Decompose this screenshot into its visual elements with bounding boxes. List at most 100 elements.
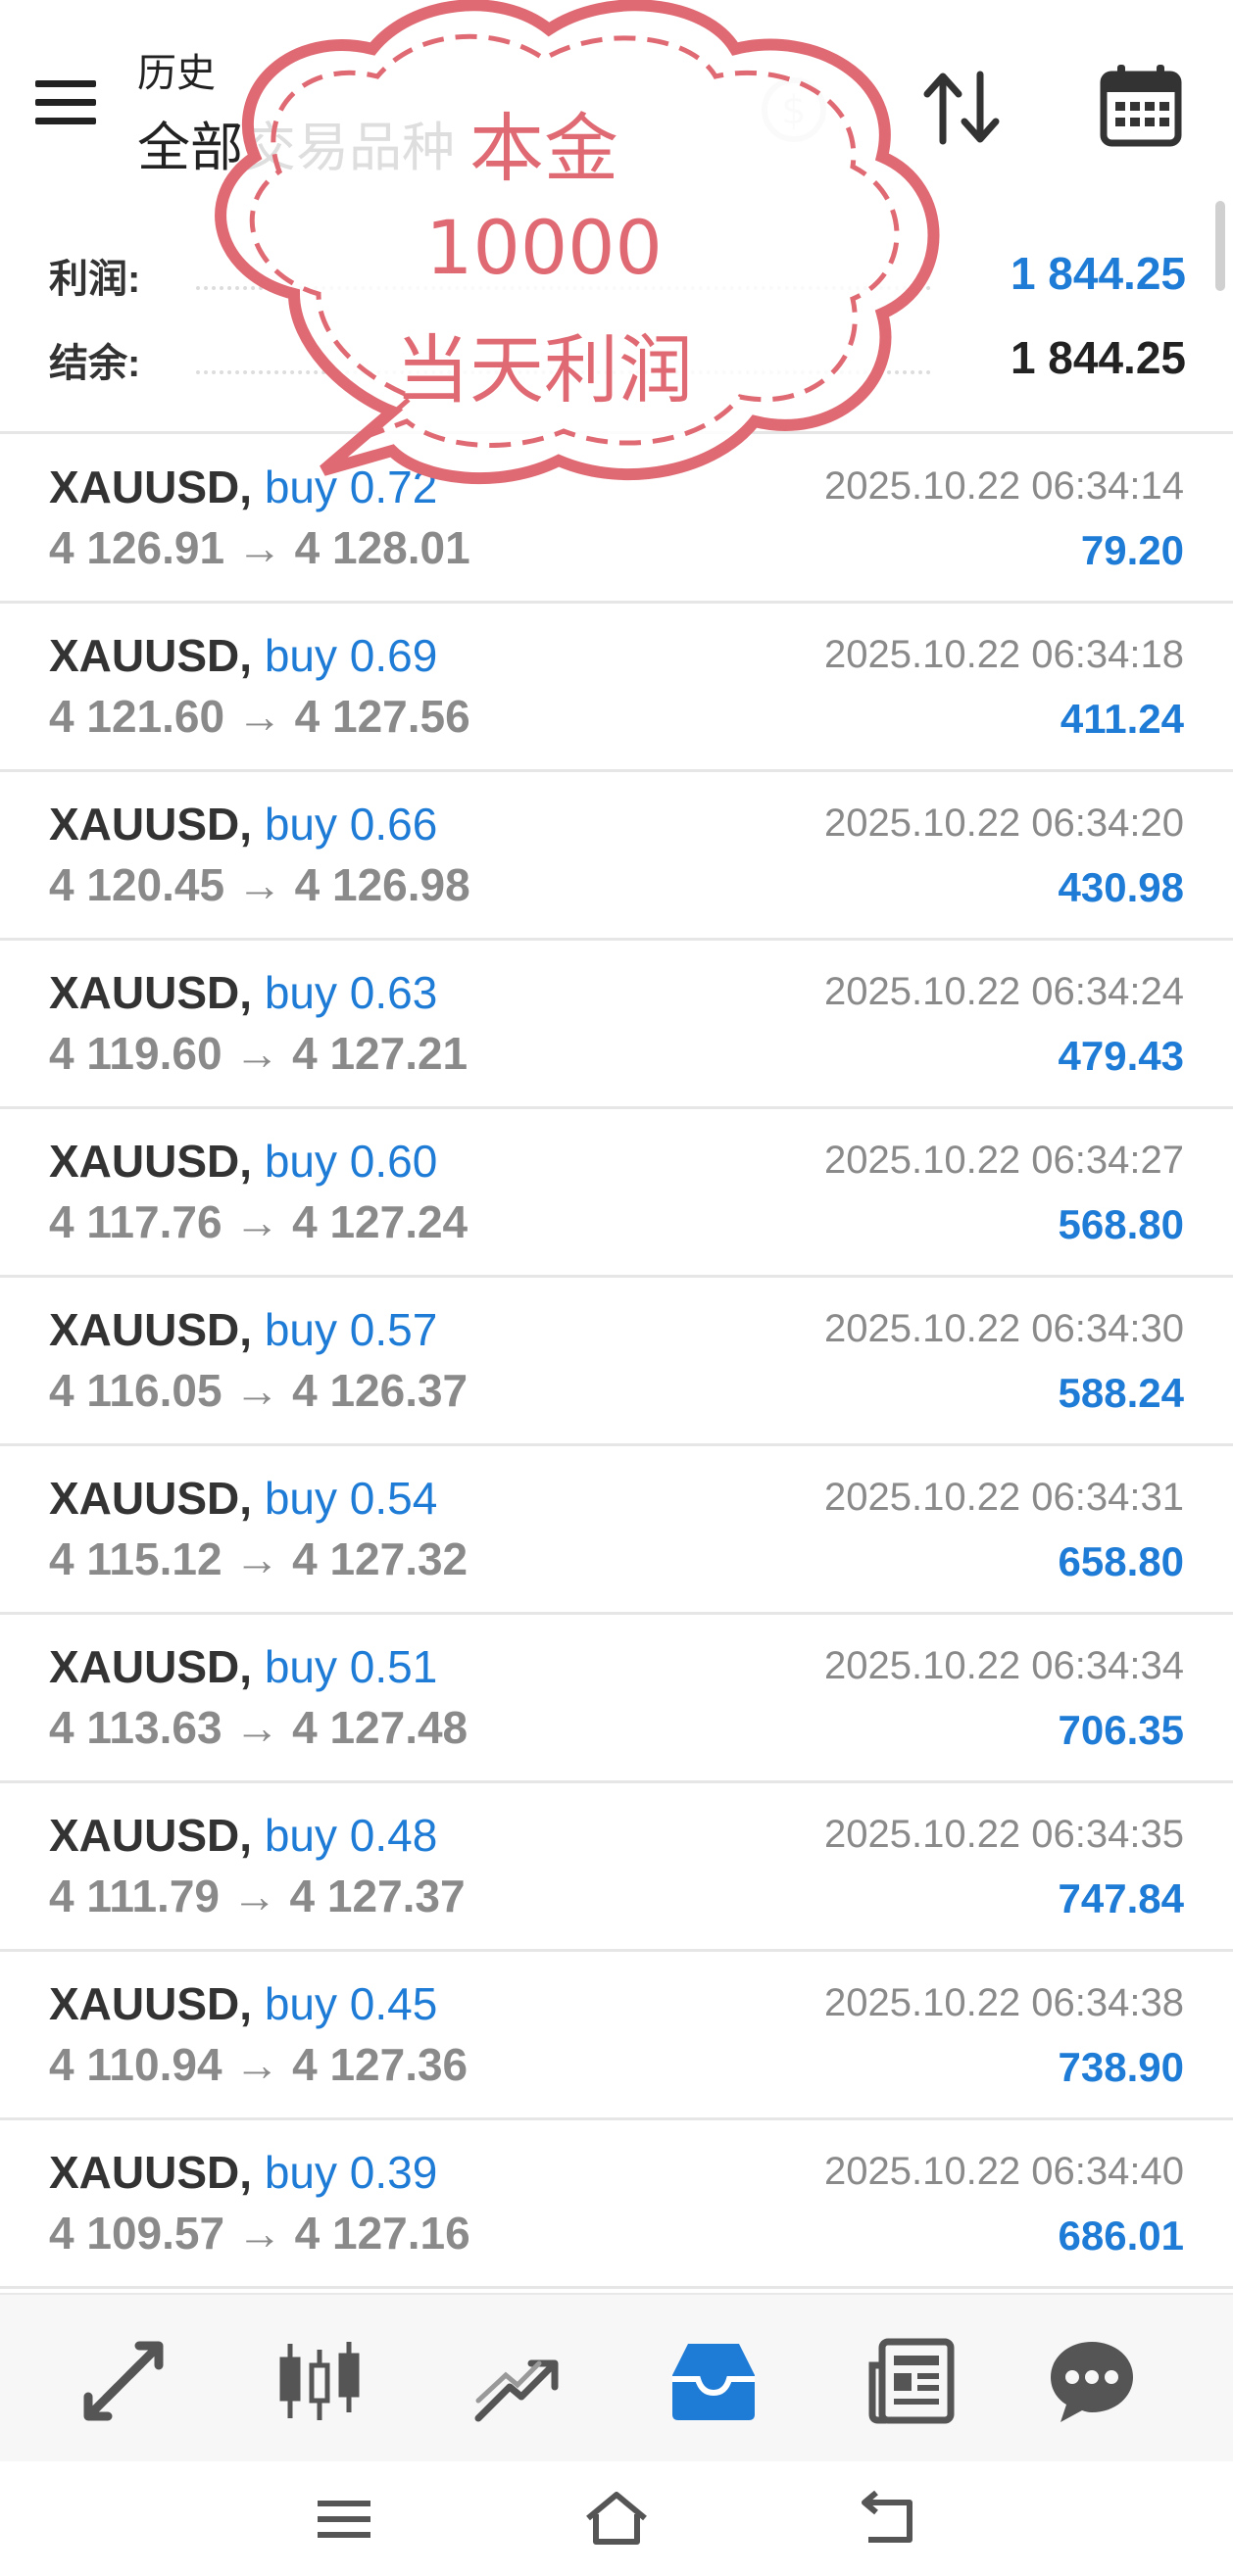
trade-prices: 4 111.79 → 4 127.37 bbox=[49, 1871, 466, 1921]
trade-symbol: XAUUSD, buy 0.45 bbox=[49, 1977, 437, 2030]
trade-symbol: XAUUSD, buy 0.48 bbox=[49, 1809, 437, 1862]
trade-side-volume: buy 0.66 bbox=[264, 799, 438, 850]
sticker-line-3: 当天利润 bbox=[395, 326, 693, 413]
trade-profit: 430.98 bbox=[1058, 864, 1184, 910]
trade-symbol: XAUUSD, buy 0.69 bbox=[49, 629, 437, 682]
trade-profit: 686.01 bbox=[1058, 2212, 1184, 2259]
trade-time: 2025.10.22 06:34:31 bbox=[823, 1476, 1184, 1519]
trade-row[interactable]: XAUUSD, buy 0.69 4 121.60 → 4 127.56 2025.… bbox=[0, 604, 1233, 772]
trade-profit: 658.80 bbox=[1058, 1538, 1184, 1584]
trade-time: 2025.10.22 06:34:18 bbox=[823, 633, 1184, 676]
balance-value: 1 844.25 bbox=[1010, 332, 1186, 383]
symbol-label: XAUUSD, bbox=[49, 1473, 253, 1524]
sticker-line-1: 本金 bbox=[469, 105, 618, 192]
symbol-label: XAUUSD, bbox=[49, 1304, 253, 1355]
history-icon[interactable] bbox=[668, 2336, 759, 2426]
symbol-label: XAUUSD, bbox=[49, 1136, 253, 1187]
trade-row[interactable]: XAUUSD, buy 0.63 4 119.60 → 4 127.21 2025.… bbox=[0, 941, 1233, 1109]
trade-time: 2025.10.22 06:34:30 bbox=[823, 1307, 1184, 1350]
trade-symbol: XAUUSD, buy 0.60 bbox=[49, 1135, 437, 1188]
trade-row[interactable]: XAUUSD, buy 0.72 4 126.91 → 4 128.01 2025.… bbox=[0, 435, 1233, 604]
symbol-label: XAUUSD, bbox=[49, 462, 253, 512]
symbol-label: XAUUSD, bbox=[49, 1978, 253, 2029]
divider bbox=[0, 431, 1233, 434]
symbol-label: XAUUSD, bbox=[49, 1810, 253, 1861]
trade-row[interactable]: XAUUSD, buy 0.45 4 110.94 → 4 127.36 2025.… bbox=[0, 1952, 1233, 2120]
svg-text:$: $ bbox=[781, 88, 806, 133]
trade-profit: 568.80 bbox=[1058, 1201, 1184, 1247]
trade-symbol: XAUUSD, buy 0.63 bbox=[49, 966, 437, 1019]
trade-profit: 79.20 bbox=[1080, 527, 1184, 573]
trade-symbol: XAUUSD, buy 0.57 bbox=[49, 1303, 437, 1356]
trade-profit: 706.35 bbox=[1058, 1707, 1184, 1753]
trade-profit: 747.84 bbox=[1058, 1875, 1184, 1921]
trade-side-volume: buy 0.39 bbox=[264, 2147, 438, 2198]
trade-icon[interactable] bbox=[470, 2336, 561, 2426]
sticker-line-2: 10000 bbox=[425, 204, 663, 291]
symbol-label: XAUUSD, bbox=[49, 2147, 253, 2198]
trade-time: 2025.10.22 06:34:38 bbox=[823, 1981, 1184, 2024]
trade-profit: 588.24 bbox=[1058, 1370, 1184, 1416]
trade-symbol: XAUUSD, buy 0.72 bbox=[49, 461, 437, 513]
trade-prices: 4 121.60 → 4 127.56 bbox=[49, 691, 470, 742]
system-navigation-bar bbox=[0, 2461, 1233, 2576]
trade-row[interactable]: XAUUSD, buy 0.57 4 116.05 → 4 126.37 2025.… bbox=[0, 1278, 1233, 1446]
trade-side-volume: buy 0.72 bbox=[264, 462, 438, 512]
trade-row[interactable]: XAUUSD, buy 0.51 4 113.63 → 4 127.48 2025.… bbox=[0, 1615, 1233, 1783]
trade-row[interactable]: XAUUSD, buy 0.66 4 120.45 → 4 126.98 2025.… bbox=[0, 772, 1233, 941]
trade-row[interactable]: XAUUSD, buy 0.60 4 117.76 → 4 127.24 2025.… bbox=[0, 1109, 1233, 1278]
trade-symbol: XAUUSD, buy 0.51 bbox=[49, 1640, 437, 1693]
trade-row[interactable]: XAUUSD, buy 0.39 4 109.57 → 4 127.16 2025.… bbox=[0, 2120, 1233, 2289]
trade-side-volume: buy 0.57 bbox=[264, 1304, 438, 1355]
sort-icon[interactable] bbox=[919, 69, 1004, 147]
trade-side-volume: buy 0.60 bbox=[264, 1136, 438, 1187]
bottom-navigation bbox=[0, 2293, 1233, 2463]
news-icon[interactable] bbox=[866, 2336, 957, 2426]
profit-value: 1 844.25 bbox=[1010, 248, 1186, 299]
trade-side-volume: buy 0.48 bbox=[264, 1810, 438, 1861]
trade-profit: 479.43 bbox=[1058, 1033, 1184, 1079]
quotes-icon[interactable] bbox=[78, 2336, 169, 2426]
trade-prices: 4 120.45 → 4 126.98 bbox=[49, 859, 470, 910]
recent-apps-icon[interactable] bbox=[310, 2489, 378, 2548]
trade-prices: 4 117.76 → 4 127.24 bbox=[49, 1196, 469, 1247]
trade-prices: 4 115.12 → 4 127.32 bbox=[49, 1533, 469, 1584]
trade-time: 2025.10.22 06:34:27 bbox=[823, 1139, 1184, 1182]
trade-side-volume: buy 0.63 bbox=[264, 967, 438, 1018]
page-title-small: 历史 bbox=[137, 52, 216, 95]
trade-list: XAUUSD, buy 0.72 4 126.91 → 4 128.01 2025.… bbox=[0, 435, 1233, 2289]
menu-icon[interactable] bbox=[35, 80, 96, 125]
chat-icon[interactable] bbox=[1047, 2336, 1137, 2426]
trade-side-volume: buy 0.45 bbox=[264, 1978, 438, 2029]
trade-profit: 411.24 bbox=[1060, 696, 1184, 742]
back-icon[interactable] bbox=[855, 2489, 923, 2548]
profit-label: 利润: bbox=[49, 258, 141, 301]
money-icon[interactable]: $ bbox=[755, 71, 833, 149]
trade-time: 2025.10.22 06:34:40 bbox=[823, 2150, 1184, 2193]
trade-time: 2025.10.22 06:34:20 bbox=[823, 802, 1184, 845]
home-icon[interactable] bbox=[582, 2489, 651, 2548]
trade-time: 2025.10.22 06:34:35 bbox=[823, 1813, 1184, 1856]
symbol-label: XAUUSD, bbox=[49, 630, 253, 681]
trade-side-volume: buy 0.54 bbox=[264, 1473, 438, 1524]
trade-prices: 4 110.94 → 4 127.36 bbox=[49, 2039, 469, 2090]
chart-icon[interactable] bbox=[274, 2336, 365, 2426]
calendar-icon[interactable] bbox=[1100, 63, 1182, 147]
symbol-label: XAUUSD, bbox=[49, 1641, 253, 1692]
trade-prices: 4 119.60 → 4 127.21 bbox=[49, 1028, 469, 1079]
trade-time: 2025.10.22 06:34:14 bbox=[823, 464, 1184, 508]
trade-symbol: XAUUSD, buy 0.39 bbox=[49, 2146, 437, 2199]
trade-prices: 4 116.05 → 4 126.37 bbox=[49, 1365, 469, 1416]
trade-prices: 4 113.63 → 4 127.48 bbox=[49, 1702, 469, 1753]
trade-symbol: XAUUSD, buy 0.66 bbox=[49, 798, 437, 851]
trade-row[interactable]: XAUUSD, buy 0.48 4 111.79 → 4 127.37 2025.… bbox=[0, 1783, 1233, 1952]
trade-time: 2025.10.22 06:34:34 bbox=[823, 1644, 1184, 1687]
trade-prices: 4 109.57 → 4 127.16 bbox=[49, 2208, 470, 2259]
symbol-label: XAUUSD, bbox=[49, 799, 253, 850]
trade-side-volume: buy 0.69 bbox=[264, 630, 438, 681]
trade-row[interactable]: XAUUSD, buy 0.54 4 115.12 → 4 127.32 2025.… bbox=[0, 1446, 1233, 1615]
trade-time: 2025.10.22 06:34:24 bbox=[823, 970, 1184, 1013]
trade-profit: 738.90 bbox=[1058, 2044, 1184, 2090]
trade-side-volume: buy 0.51 bbox=[264, 1641, 438, 1692]
trade-prices: 4 126.91 → 4 128.01 bbox=[49, 522, 470, 573]
